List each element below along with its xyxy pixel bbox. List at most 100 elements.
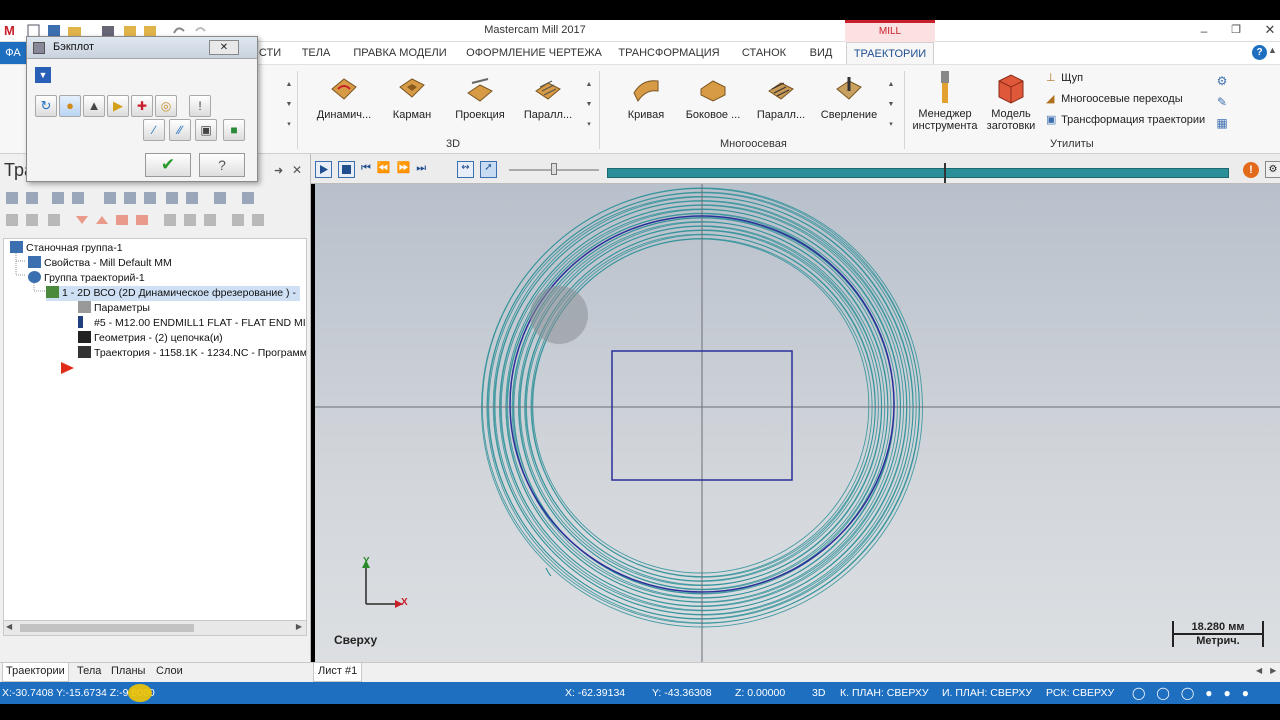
progress-track[interactable] [607,163,1229,183]
tree-item-toolpath[interactable]: Траектория - 1158.1K - 1234.NC - Програм… [78,346,306,361]
dynamic-button[interactable]: Динамич... [308,73,380,121]
curve-button[interactable]: Кривая [610,73,682,121]
gallery-more-multiaxis[interactable]: ▲ ▼ ▾ [886,75,896,135]
panel-pin-icon[interactable]: ➜ [274,164,283,177]
tab-toolpaths-bottom[interactable]: Траектории [2,663,69,682]
status-cplane[interactable]: К. ПЛАН: СВЕРХУ [840,682,929,704]
scrollbar-thumb[interactable] [20,624,194,632]
close-button[interactable]: ✕ [1262,22,1278,38]
progress-marker[interactable] [944,163,946,183]
lines-icon: ∕ [152,123,155,137]
group-multiaxis-label: Многоосевая [720,138,787,150]
status-view-icons[interactable]: ◯◯◯●●● [1132,686,1260,700]
backplot-entity-button[interactable]: ✚ [131,95,153,117]
status-wcs[interactable]: РСК: СВЕРХУ [1046,682,1114,704]
tab-machine[interactable]: СТАНОК [735,42,793,64]
graphics-viewport[interactable]: Y X Сверху 18.280 мм Метрич. [315,184,1280,662]
tree-item-tool[interactable]: #5 - M12.00 ENDMILL1 FLAT - FLAT END MIL… [78,316,306,331]
endpoint-icon: ◎ [160,99,172,113]
tree-item-geometry[interactable]: Геометрия - (2) цепочка(и) [78,331,223,346]
parallel-3d-button[interactable]: Паралл... [512,73,584,121]
backplot-holder-button[interactable]: ▲ [83,95,105,117]
side-button[interactable]: Боковое ... [677,73,749,121]
tab-drawing-label: ОФОРМЛЕНИЕ ЧЕРТЕЖА [466,47,602,59]
panel-close-icon[interactable]: ✕ [292,163,302,177]
projection-button[interactable]: Проекция [444,73,516,121]
tree-item-properties[interactable]: Свойства - Mill Default MM [28,256,172,271]
speed-slider-thumb[interactable] [551,163,557,175]
backplot-save-button[interactable]: ■ [223,119,245,141]
tree-horizontal-scrollbar[interactable]: ◀ ▶ [3,620,307,636]
warning-icon[interactable]: ! [1243,162,1259,178]
stop-button[interactable] [338,161,355,178]
tab-label: Слои [156,665,183,677]
tab-bodies[interactable]: ТЕЛА [296,42,336,64]
tab-model-edit[interactable]: ПРАВКА МОДЕЛИ [350,42,450,64]
backplot-screenshot-button[interactable]: ▣ [195,119,217,141]
tab-toolpaths[interactable]: ТРАЕКТОРИИ [846,42,934,64]
toolpath-graphics[interactable] [315,184,1280,662]
tab-surfaces[interactable]: СТИ [255,42,285,64]
gallery-more-3d[interactable]: ▲ ▼ ▾ [584,75,594,135]
tool-manager-button[interactable]: Менеджер инструмента [910,71,980,132]
status-tplane[interactable]: И. ПЛАН: СВЕРХУ [942,682,1032,704]
tree-item-machine-group[interactable]: Станочная группа-1 [10,241,123,256]
ribbon-gallery-scroll-left[interactable]: ▲ ▼ ▾ [284,75,294,135]
backplot-refresh-button[interactable]: ↻ [35,95,57,117]
backplot-rapid-button[interactable]: ▶ [107,95,129,117]
dynamic-icon [331,78,357,100]
backplot-lines-button[interactable]: ∕ [143,119,165,141]
insert-arrow-icon[interactable] [60,361,76,375]
backplot-info-button[interactable]: ! [189,95,211,117]
tab-file[interactable]: ФА [0,42,26,64]
sheet-scroll-icons[interactable]: ◀▶ [1256,666,1280,675]
backplot-endpoint-button[interactable]: ◎ [155,95,177,117]
panel-toolbar-row-2[interactable] [4,212,304,230]
tree-item-parameters[interactable]: Параметры [78,301,150,316]
toolpath-transform-button[interactable]: ▣ Трансформация траектории [1046,113,1205,129]
restore-button[interactable]: ❐ [1228,23,1244,37]
tab-transform[interactable]: ТРАНСФОРМАЦИЯ [615,42,723,64]
tab-drawing[interactable]: ОФОРМЛЕНИЕ ЧЕРТЕЖА [465,42,603,64]
scroll-right-arrow[interactable]: ▶ [296,622,302,631]
trace-mode-button[interactable]: ↭ [457,161,474,178]
drilling-button[interactable]: Сверление [813,73,885,121]
backplot-close-button[interactable]: ✕ [209,40,239,55]
status-x[interactable]: X: -62.39134 [565,682,625,704]
step-back-buttons[interactable]: ⏮⏪⏩⏭ [361,161,451,178]
help-icon[interactable]: ? [1252,45,1267,60]
pocket-button[interactable]: Карман [376,73,448,121]
sheet-tab[interactable]: Лист #1 [313,663,363,682]
minimize-button[interactable]: – [1196,24,1212,38]
backplot-titlebar[interactable]: Бэкплот ✕ [27,37,257,59]
play-button[interactable] [315,161,332,178]
panel-toolbar-row-1[interactable] [4,190,304,208]
stock-model-button[interactable]: Модель заготовки [980,71,1042,132]
backplot-ok-button[interactable]: ✔ [145,153,191,177]
utility-side-icons[interactable]: ⚙ ✎ ▦ [1214,71,1230,135]
status-y[interactable]: Y: -43.36308 [652,682,712,704]
tab-levels-bottom[interactable]: Слои [156,663,183,682]
probe-button[interactable]: ⊥ Щуп [1046,71,1083,87]
status-3d-mode[interactable]: 3D [812,682,825,704]
backplot-tool-button[interactable]: ● [59,95,81,117]
parallel-multiaxis-button[interactable]: Паралл... [745,73,817,121]
toolpath-tree[interactable]: Станочная группа-1 Свойства - Mill Defau… [3,238,307,624]
tree-item-toolpath-group[interactable]: Группа траекторий-1 [28,271,145,286]
scroll-left-arrow[interactable]: ◀ [6,622,12,631]
tree-item-operation[interactable]: 1 - 2D ВСО (2D Динамическое фрезерование… [46,286,300,301]
tool-display-button[interactable]: ➚ [480,161,497,178]
backplot-help-button[interactable]: ? [199,153,245,177]
options-icon[interactable]: ⚙ [1265,161,1280,178]
collapse-ribbon-icon[interactable]: ▲ [1268,45,1277,55]
backplot-collapse-button[interactable]: ▼ [35,67,51,83]
backplot-multilines-button[interactable]: ∕∕ [169,119,191,141]
multiaxis-linking-button[interactable]: ◢ Многоосевые переходы [1046,92,1183,108]
drilling-icon [836,77,862,100]
tab-planes-bottom[interactable]: Планы [111,663,145,682]
tab-solids-bottom[interactable]: Тела [77,663,101,682]
multiaxis-linking-icon: ◢ [1046,93,1055,105]
status-z[interactable]: Z: 0.00000 [735,682,785,704]
tab-view[interactable]: ВИД [802,42,840,64]
speed-slider[interactable] [509,163,599,175]
